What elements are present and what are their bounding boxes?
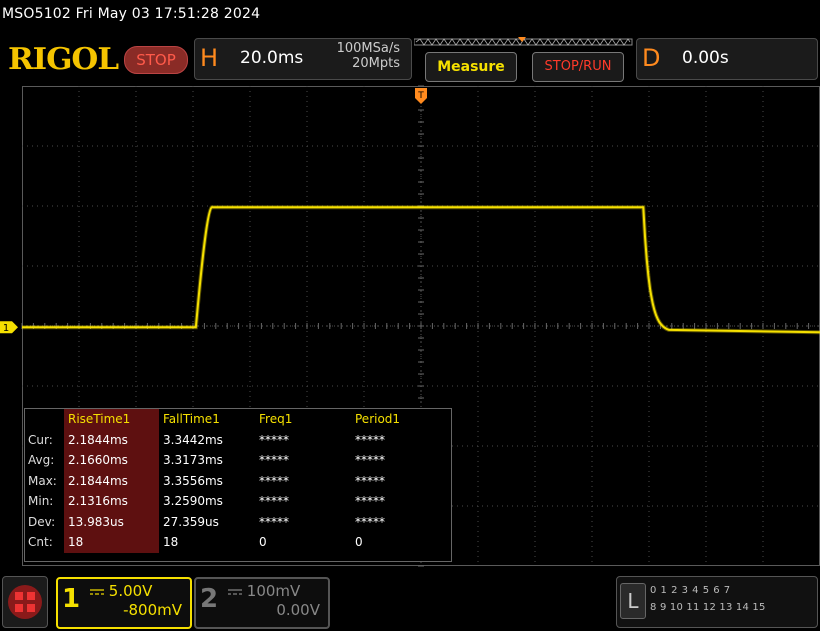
measurement-value: ***** <box>355 432 385 447</box>
measurement-panel: RiseTime1 FallTime1 Freq1 Period1 Cur: 2.… <box>24 408 452 562</box>
grid-menu-icon <box>8 585 42 619</box>
acquisition-info: 100MSa/s 20Mpts <box>318 41 400 71</box>
measurement-header-row: RiseTime1 FallTime1 Freq1 Period1 <box>25 409 447 430</box>
column-header[interactable]: Period1 <box>351 409 447 430</box>
measurement-value: ***** <box>259 514 289 529</box>
memory-position-bar <box>414 37 633 46</box>
channel-1-marker-label: 1 <box>3 323 9 334</box>
row-label: Cur: <box>28 432 53 447</box>
row-label: Max: <box>28 473 57 488</box>
measurement-value: 18 <box>163 535 179 550</box>
row-label-spacer <box>25 409 64 430</box>
measurement-value: ***** <box>259 494 289 509</box>
markers: 1T <box>0 88 427 334</box>
row-label: Cnt: <box>28 535 53 550</box>
measurement-value: 13.983us <box>64 511 159 532</box>
digital-channels-0-7: 0 1 2 3 4 5 6 7 <box>650 585 731 596</box>
dc-coupling-icon <box>90 588 104 595</box>
delay-value: 0.00s <box>682 48 729 68</box>
channel-1-number: 1 <box>62 584 81 614</box>
channel-1-trace <box>22 205 820 335</box>
channel-2-scale: 100mV <box>228 582 300 600</box>
measurement-value: 2.1844ms <box>64 429 159 450</box>
measurement-value: ***** <box>259 453 289 468</box>
measurement-value: ***** <box>259 473 289 488</box>
measurement-value: 3.2590ms <box>163 494 223 509</box>
measurement-value: 3.3442ms <box>163 432 223 447</box>
measurement-value: 2.1316ms <box>64 491 159 512</box>
status-line: MSO5102 Fri May 03 17:51:28 2024 <box>2 6 261 22</box>
measurement-value: ***** <box>259 432 289 447</box>
column-header[interactable]: Freq1 <box>255 409 351 430</box>
measurement-row: Dev: 13.983us 27.359us ***** ***** <box>25 511 447 532</box>
measurement-row: Max: 2.1844ms 3.3556ms ***** ***** <box>25 470 447 491</box>
trigger-position-marker: T <box>415 88 427 104</box>
measurement-value: 3.3173ms <box>163 453 223 468</box>
measurement-value: ***** <box>355 453 385 468</box>
row-label: Avg: <box>28 453 55 468</box>
column-header[interactable]: FallTime1 <box>159 409 255 430</box>
stop-run-button[interactable]: STOP/RUN <box>532 52 624 82</box>
measurement-row: Cur: 2.1844ms 3.3442ms ***** ***** <box>25 429 447 450</box>
measurement-value: 18 <box>64 532 159 553</box>
trace-line <box>22 206 820 334</box>
run-state-badge[interactable]: STOP <box>124 46 188 74</box>
measurement-value: ***** <box>355 494 385 509</box>
measurement-value: 0 <box>259 535 267 550</box>
horizontal-label: H <box>200 44 219 72</box>
row-label: Min: <box>28 494 54 509</box>
trigger-marker-label: T <box>417 91 424 101</box>
channel-1-scale-value: 5.00V <box>108 582 153 600</box>
measurement-row: Min: 2.1316ms 3.2590ms ***** ***** <box>25 491 447 512</box>
column-header[interactable]: RiseTime1 <box>64 409 159 430</box>
measurement-row: Cnt: 18 18 0 0 <box>25 532 447 553</box>
row-label: Dev: <box>28 514 56 529</box>
measurement-value: 2.1844ms <box>64 470 159 491</box>
digital-channels-8-15: 8 9 10 11 12 13 14 15 <box>650 602 766 613</box>
measurement-value: ***** <box>355 514 385 529</box>
measurement-value: 3.3556ms <box>163 473 223 488</box>
trace-noise <box>22 205 820 335</box>
dc-coupling-icon <box>228 588 242 595</box>
sample-rate: 100MSa/s <box>336 41 400 56</box>
channel-2-number: 2 <box>200 584 219 614</box>
delay-label: D <box>642 44 661 72</box>
measurement-value: 27.359us <box>163 514 219 529</box>
rigol-logo: RIGOL <box>8 42 119 77</box>
measurement-value: ***** <box>355 473 385 488</box>
memory-depth: 20Mpts <box>352 56 400 71</box>
measurement-value: 0 <box>355 535 363 550</box>
measure-button[interactable]: Measure <box>425 52 517 82</box>
timebase-value: 20.0ms <box>240 48 304 68</box>
logic-analyzer-label: L <box>620 583 646 619</box>
navigation-menu-button[interactable] <box>2 576 48 628</box>
measurement-row: Avg: 2.1660ms 3.3173ms ***** ***** <box>25 450 447 471</box>
channel-1-offset: -800mV <box>123 601 182 619</box>
measurement-value: 2.1660ms <box>64 450 159 471</box>
channel-2-offset: 0.00V <box>276 601 320 619</box>
channel-1-ground-marker: 1 <box>0 321 18 334</box>
channel-1-scale: 5.00V <box>90 582 152 600</box>
channel-2-scale-value: 100mV <box>246 582 301 600</box>
